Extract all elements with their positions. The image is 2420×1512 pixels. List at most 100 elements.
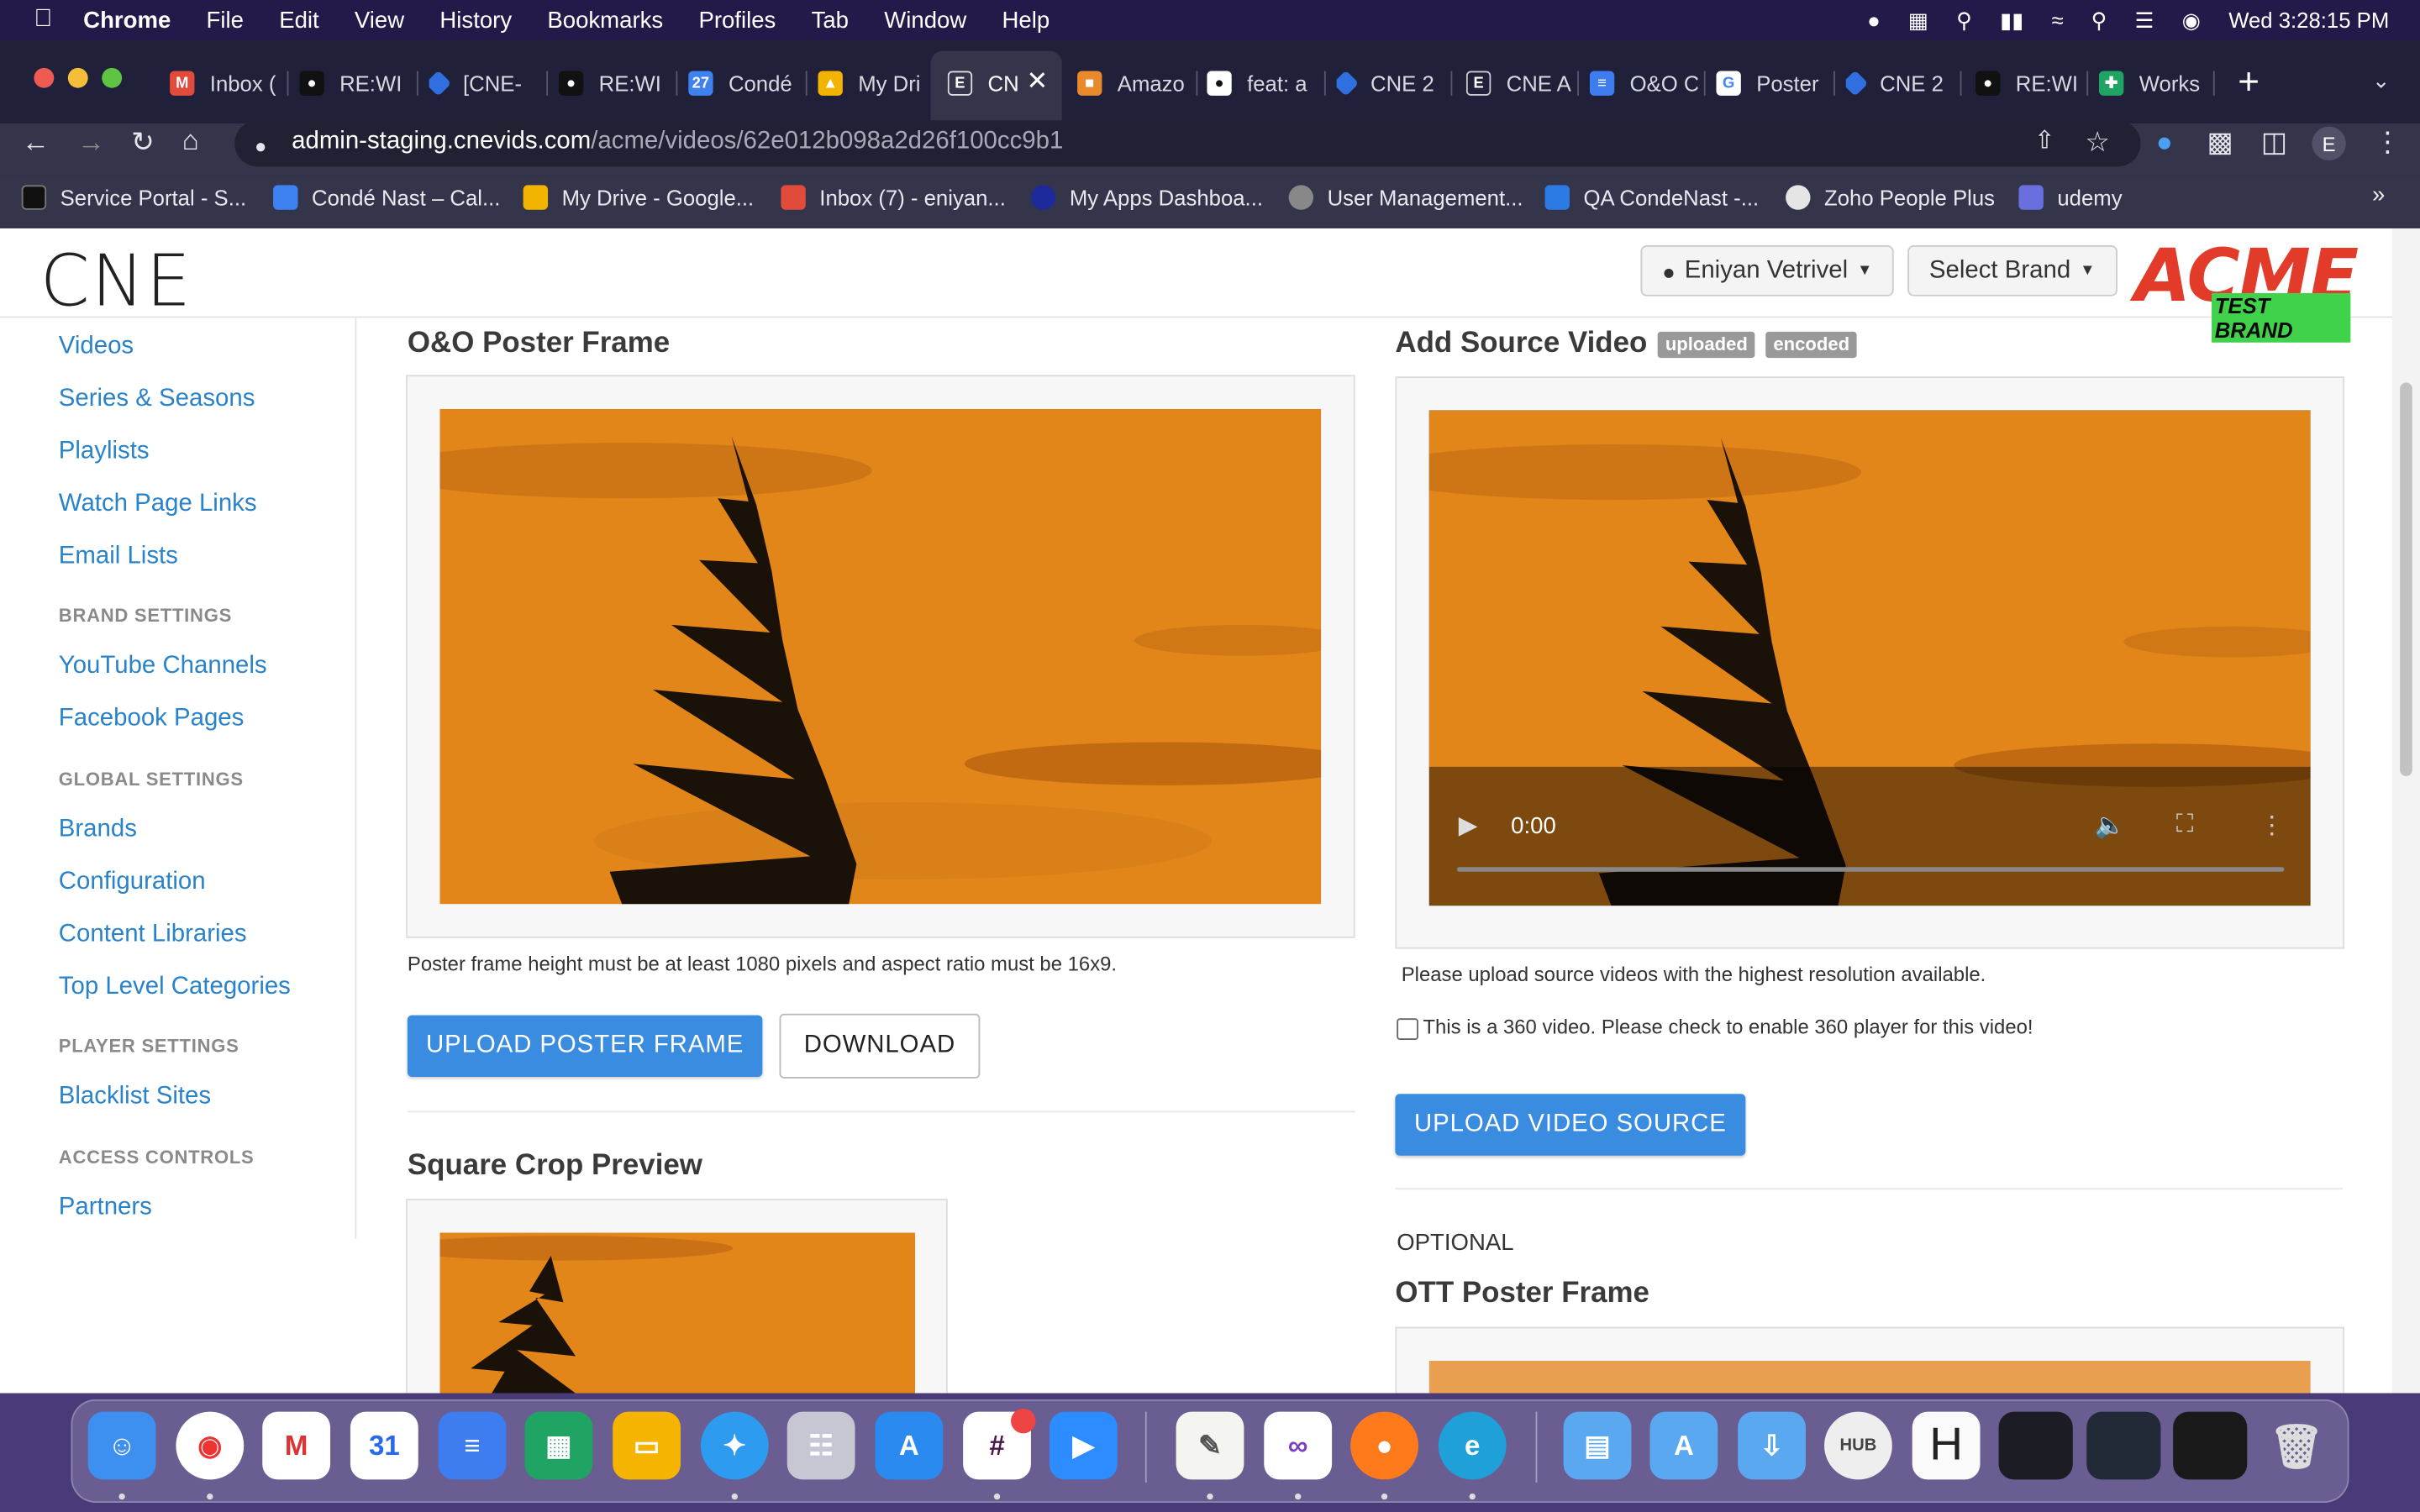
h-icon[interactable]: H	[1912, 1411, 1981, 1480]
tab-16[interactable]: ✚ Works	[2098, 61, 2201, 104]
menu-view[interactable]: View	[355, 7, 404, 33]
hub-icon[interactable]: HUB	[1824, 1411, 1892, 1480]
cne-logo[interactable]: CNE	[40, 239, 192, 323]
bookmark-conde-calendar[interactable]: Condé Nast – Cal...	[273, 182, 500, 213]
forward-icon[interactable]: →	[77, 127, 105, 158]
window1-icon[interactable]	[1998, 1411, 2073, 1480]
bookmark-my-drive[interactable]: My Drive - Google...	[523, 182, 754, 213]
address-url[interactable]: admin-staging.cnevids.com/acme/videos/62…	[292, 128, 1063, 155]
bookmark-star-icon[interactable]: ☆	[2085, 127, 2110, 158]
downloads-icon[interactable]: ⇩	[1738, 1411, 1806, 1480]
folder-icon[interactable]: ▤	[1563, 1411, 1632, 1480]
menu-app-name[interactable]: Chrome	[83, 7, 171, 33]
sidebar-item-youtube-channels[interactable]: YouTube Channels	[59, 653, 267, 680]
menu-file[interactable]: File	[207, 7, 244, 33]
window-minimize-icon[interactable]	[67, 67, 88, 88]
gmail-icon[interactable]: M	[262, 1411, 331, 1480]
extensions-puzzle-icon[interactable]: ▩	[2207, 127, 2233, 158]
tab-11[interactable]: E CNE A	[1465, 61, 1575, 104]
sidebar-item-videos[interactable]: Videos	[59, 333, 134, 361]
fullscreen-icon[interactable]: ⛶	[2176, 811, 2194, 839]
more-bookmarks-icon[interactable]: »	[2372, 182, 2385, 208]
tab-9[interactable]: ● feat: a	[1207, 61, 1315, 104]
shield-icon[interactable]: ▦	[1908, 7, 1928, 33]
profile-avatar[interactable]: E	[2312, 126, 2346, 161]
side-panel-icon[interactable]: ◫	[2261, 127, 2287, 158]
volume-icon[interactable]: 🔈	[2094, 810, 2125, 841]
upload-video-source-button[interactable]: UPLOAD VIDEO SOURCE	[1395, 1094, 1746, 1156]
user-menu-button[interactable]: ● Eniyan Vetrivel ▼	[1640, 245, 1895, 297]
tab-1[interactable]: M Inbox (	[170, 61, 278, 104]
slides-icon[interactable]: ▭	[613, 1411, 681, 1480]
status-icon[interactable]: ●	[1867, 8, 1881, 32]
download-button[interactable]: DOWNLOAD	[779, 1013, 981, 1079]
sidebar-item-top-level-categories[interactable]: Top Level Categories	[59, 974, 291, 1001]
window-close-icon[interactable]	[34, 67, 55, 88]
sidebar-item-email-lists[interactable]: Email Lists	[59, 543, 178, 571]
sidebar-item-content-libraries[interactable]: Content Libraries	[59, 921, 247, 949]
tab-4[interactable]: ● RE:WI	[558, 61, 667, 104]
menu-history[interactable]: History	[439, 7, 512, 33]
visualstudio-icon[interactable]: ∞	[1264, 1411, 1333, 1480]
appfolder-icon[interactable]: A	[1649, 1411, 1718, 1480]
scrollbar-thumb[interactable]	[2400, 382, 2412, 776]
tab-2[interactable]: ● RE:WI	[299, 61, 408, 104]
bookmark-qa-condenast[interactable]: QA CondeNast -...	[1544, 182, 1759, 213]
bookmark-my-apps[interactable]: My Apps Dashboa...	[1030, 182, 1263, 213]
sidebar-item-blacklist-sites[interactable]: Blacklist Sites	[59, 1083, 211, 1110]
chrome-icon[interactable]: ◉	[176, 1411, 245, 1480]
tab-15[interactable]: ● RE:WI	[1975, 61, 2077, 104]
chrome-menu-icon[interactable]: ⋮	[2374, 127, 2402, 158]
reload-icon[interactable]: ↻	[131, 127, 155, 158]
tab-8[interactable]: ■ Amazo	[1077, 61, 1186, 104]
launchpad-icon[interactable]: ☷	[786, 1411, 855, 1480]
tab-5[interactable]: 27 Condé	[688, 61, 797, 104]
sheets-icon[interactable]: ▦	[524, 1411, 593, 1480]
sidebar-item-watch-page-links[interactable]: Watch Page Links	[59, 491, 257, 518]
calendar-icon[interactable]: 31	[350, 1411, 418, 1480]
menu-profiles[interactable]: Profiles	[698, 7, 776, 33]
share-icon[interactable]: ⇧	[2034, 127, 2055, 158]
tab-10[interactable]: CNE 2	[1336, 61, 1445, 104]
menu-bookmarks[interactable]: Bookmarks	[547, 7, 663, 33]
key-icon[interactable]: ⚲	[1956, 7, 1972, 33]
sidebar-item-series-seasons[interactable]: Series & Seasons	[59, 386, 255, 413]
tab-6[interactable]: ▲ My Dri	[818, 61, 923, 104]
upload-poster-frame-button[interactable]: UPLOAD POSTER FRAME	[407, 1015, 763, 1078]
window2-icon[interactable]	[2086, 1411, 2161, 1480]
control-center-icon[interactable]: ☰	[2135, 7, 2154, 33]
menu-tab[interactable]: Tab	[812, 7, 849, 33]
tab-7-active[interactable]: E CN	[947, 61, 1025, 104]
tab-13[interactable]: G Poster	[1716, 61, 1824, 104]
bookmark-service-portal[interactable]: Service Portal - S...	[21, 182, 246, 213]
bookmark-zoho[interactable]: Zoho People Plus	[1786, 182, 1995, 213]
sidebar-item-facebook-pages[interactable]: Facebook Pages	[59, 705, 245, 732]
menu-help[interactable]: Help	[1002, 7, 1050, 33]
sidebar-item-partners[interactable]: Partners	[59, 1194, 152, 1222]
clock[interactable]: Wed 3:28:15 PM	[2228, 8, 2389, 32]
search-icon[interactable]: ⚲	[2091, 7, 2107, 33]
edge-icon[interactable]: e	[1438, 1411, 1507, 1480]
window-zoom-icon[interactable]	[102, 67, 123, 88]
sidebar-item-playlists[interactable]: Playlists	[59, 438, 150, 466]
tab-12[interactable]: ≡ O&O C	[1589, 61, 1697, 104]
video-360-checkbox[interactable]	[1397, 1018, 1418, 1040]
video-more-icon[interactable]: ⋮	[2260, 810, 2284, 841]
bookmark-inbox[interactable]: Inbox (7) - eniyan...	[781, 182, 1006, 213]
battery-icon[interactable]: ▮▮	[2000, 7, 2023, 33]
video-360-label[interactable]: This is a 360 video. Please check to ena…	[1423, 1016, 2033, 1039]
window3-icon[interactable]	[2173, 1411, 2248, 1480]
firefox-icon[interactable]: ●	[1350, 1411, 1418, 1480]
sidebar-item-brands[interactable]: Brands	[59, 816, 137, 844]
docs-icon[interactable]: ≡	[438, 1411, 507, 1480]
appstore-icon[interactable]: A	[875, 1411, 944, 1480]
wifi-icon[interactable]: ≈	[2051, 8, 2063, 32]
play-icon[interactable]: ▶	[1459, 810, 1478, 841]
menu-edit[interactable]: Edit	[279, 7, 318, 33]
close-tab-icon[interactable]: ✕	[1026, 66, 1048, 97]
safari-icon[interactable]: ✦	[700, 1411, 769, 1480]
trash-icon[interactable]: 🗑	[2263, 1412, 2331, 1480]
bookmark-udemy[interactable]: udemy	[2018, 182, 2123, 213]
finder-icon[interactable]: ☺	[87, 1411, 156, 1480]
sidebar-item-configuration[interactable]: Configuration	[59, 869, 206, 896]
